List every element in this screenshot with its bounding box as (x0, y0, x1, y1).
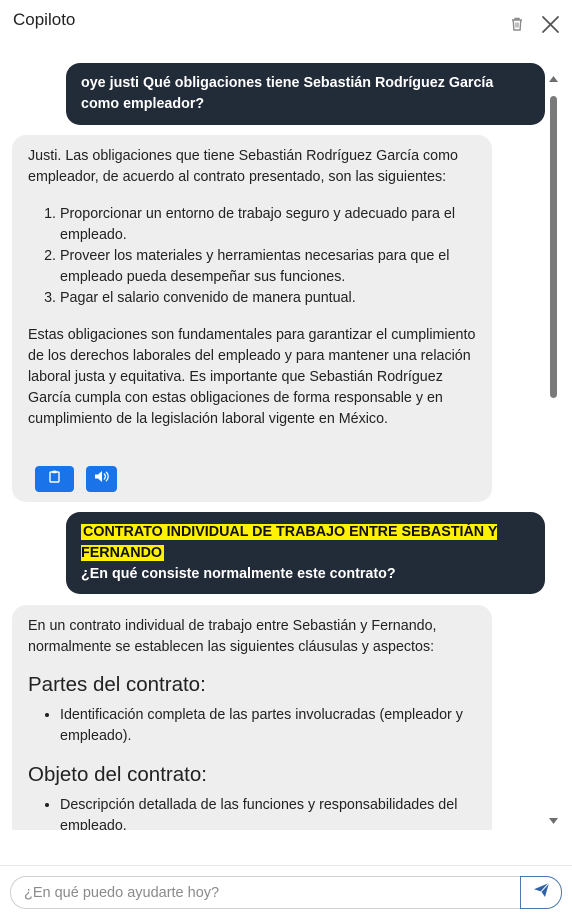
list-item: Identificación completa de las partes in… (60, 705, 477, 747)
chat-header: Copiloto (0, 0, 572, 48)
user-message: CONTRATO INDIVIDUAL DE TRABAJO ENTRE SEB… (66, 512, 545, 594)
chat-scrollbar[interactable] (548, 56, 560, 830)
user-question: ¿En qué consiste normalmente este contra… (81, 566, 396, 582)
user-message-text: oye justi Qué obligaciones tiene Sebasti… (81, 75, 494, 112)
list-item: Pagar el salario convenido de manera pun… (60, 288, 477, 309)
close-icon[interactable] (541, 15, 560, 39)
message-input[interactable] (10, 876, 522, 909)
assistant-outro: Estas obligaciones son fundamentales par… (28, 327, 476, 427)
assistant-message: En un contrato individual de trabajo ent… (12, 605, 492, 830)
composer (0, 865, 572, 916)
section-heading: Objeto del contrato: (28, 763, 207, 786)
section-list: Identificación completa de las partes in… (28, 705, 477, 747)
section-list: Descripción detallada de las funciones y… (28, 795, 477, 830)
scroll-down-icon[interactable] (548, 812, 559, 830)
scrollbar-thumb[interactable] (550, 96, 557, 398)
speak-button[interactable] (86, 466, 117, 492)
clipboard-icon (49, 469, 60, 490)
section-heading: Partes del contrato: (28, 673, 206, 696)
send-icon (533, 882, 550, 903)
list-item: Descripción detallada de las funciones y… (60, 795, 477, 830)
assistant-message: Justi. Las obligaciones que tiene Sebast… (12, 135, 492, 502)
speaker-icon (94, 469, 110, 490)
list-item: Proporcionar un entorno de trabajo segur… (60, 204, 477, 246)
trash-icon[interactable] (511, 17, 523, 36)
chat-transcript[interactable]: oye justi Qué obligaciones tiene Sebasti… (0, 56, 548, 830)
list-item: Proveer los materiales y herramientas ne… (60, 246, 477, 288)
obligations-list: Proporcionar un entorno de trabajo segur… (28, 204, 477, 309)
panel-title: Copiloto (13, 10, 76, 29)
send-button[interactable] (520, 876, 562, 909)
highlighted-document-title: CONTRATO INDIVIDUAL DE TRABAJO ENTRE SEB… (81, 524, 498, 561)
scroll-up-icon[interactable] (548, 70, 559, 88)
assistant-intro: En un contrato individual de trabajo ent… (28, 618, 437, 655)
user-message: oye justi Qué obligaciones tiene Sebasti… (66, 63, 545, 125)
copy-button[interactable] (35, 466, 74, 492)
assistant-intro: Justi. Las obligaciones que tiene Sebast… (28, 148, 458, 185)
